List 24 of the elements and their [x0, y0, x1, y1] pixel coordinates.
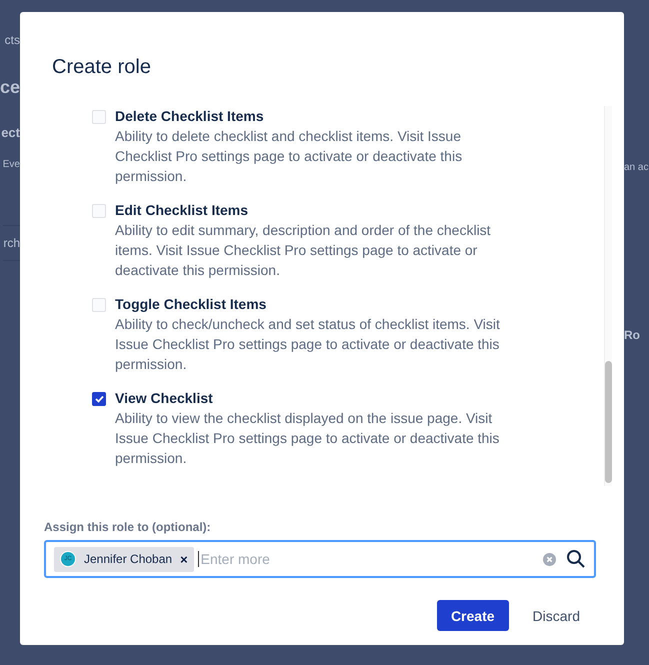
remove-button[interactable]: × [180, 552, 188, 566]
background-text: cts [4, 33, 20, 49]
create-button[interactable]: Create [436, 600, 509, 631]
background-text: ce [0, 76, 20, 99]
background-text: ect [1, 125, 20, 142]
permission-label: View Checklist [115, 389, 214, 408]
checkbox[interactable] [92, 392, 106, 406]
field-label: Assign this role to (optional): [44, 520, 212, 536]
check-icon [94, 395, 104, 403]
permission-description: Ability to edit summary, description and order of the checklist items. Visit Issue Checklist Pro settings page to activate or deactivate this permission. [115, 221, 492, 280]
permission-description: Ability to check/uncheck and set status of checklist items. Visit Issue Checklist Pro settings page to activate or deactivate this permission. [115, 315, 501, 374]
column-header: Ro [624, 328, 640, 344]
permission-description: Ability to view the checklist displayed on the issue page. Visit Issue Checklist Pro settings page to activate or deactivate this permission. [115, 409, 500, 468]
search-icon[interactable] [566, 549, 586, 569]
permission-label: Toggle Checklist Items [115, 295, 268, 314]
user-name: Jennifer Choban [84, 552, 172, 566]
clear-icon[interactable] [543, 552, 556, 566]
permission-description: Ability to delete checklist and checklist items. Visit Issue Checklist Pro settings page to activate or deactivate this permission. [115, 127, 464, 186]
dialog-title: Create role [51, 55, 152, 80]
permission-label: Delete Checklist Items [115, 107, 265, 126]
discard-button[interactable]: Discard [518, 600, 594, 631]
background-text: Eve [2, 159, 20, 172]
background-text: an ac [624, 162, 648, 175]
permission-label: Edit Checklist Items [115, 201, 250, 220]
